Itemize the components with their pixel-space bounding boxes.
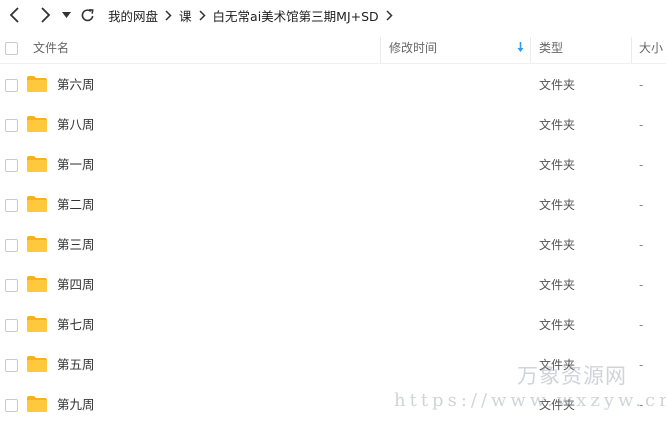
- refresh-button[interactable]: [74, 2, 100, 28]
- chevron-right-icon: [165, 9, 172, 21]
- file-type: 文件夹: [539, 158, 576, 172]
- file-size: -: [639, 238, 644, 252]
- row-checkbox[interactable]: [5, 79, 18, 92]
- file-type: 文件夹: [539, 198, 576, 212]
- back-button[interactable]: [2, 2, 28, 28]
- file-type: 文件夹: [539, 118, 576, 132]
- table-row[interactable]: 第三周 文件夹 -: [0, 225, 666, 265]
- select-all-checkbox[interactable]: [5, 42, 18, 55]
- table-row[interactable]: 第四周 文件夹 -: [0, 265, 666, 305]
- breadcrumb-item[interactable]: 我的网盘: [108, 6, 158, 25]
- table-row[interactable]: 第八周 文件夹 -: [0, 105, 666, 145]
- watermark-url: https://www.wxzyw.cn: [394, 390, 666, 411]
- file-name[interactable]: 第六周: [57, 65, 95, 105]
- folder-icon: [27, 196, 47, 212]
- row-checkbox[interactable]: [5, 319, 18, 332]
- forward-button[interactable]: [32, 2, 58, 28]
- chevron-right-icon[interactable]: [386, 9, 393, 21]
- table-row[interactable]: 第七周 文件夹 -: [0, 305, 666, 345]
- forward-icon: [41, 7, 51, 23]
- chevron-right-icon: [199, 9, 206, 21]
- file-size: -: [639, 158, 644, 172]
- folder-icon: [27, 316, 47, 332]
- file-type: 文件夹: [539, 238, 576, 252]
- file-size: -: [639, 198, 644, 212]
- folder-icon: [27, 156, 47, 172]
- table-row[interactable]: 第一周 文件夹 -: [0, 145, 666, 185]
- file-type: 文件夹: [539, 318, 576, 332]
- file-size: -: [639, 78, 644, 92]
- row-checkbox[interactable]: [5, 199, 18, 212]
- file-size: -: [639, 118, 644, 132]
- folder-icon: [27, 236, 47, 252]
- file-name[interactable]: 第一周: [57, 145, 95, 185]
- back-icon: [9, 7, 19, 23]
- folder-icon: [27, 276, 47, 292]
- row-checkbox[interactable]: [5, 239, 18, 252]
- row-checkbox[interactable]: [5, 159, 18, 172]
- file-name[interactable]: 第五周: [57, 345, 95, 385]
- row-checkbox[interactable]: [5, 279, 18, 292]
- breadcrumb-item-current[interactable]: 白无常ai美术馆第三期MJ+SD: [213, 6, 379, 25]
- dropdown-icon: [61, 12, 71, 18]
- file-name[interactable]: 第八周: [57, 105, 95, 145]
- file-size: -: [639, 358, 644, 372]
- breadcrumb-item[interactable]: 课: [179, 6, 192, 25]
- column-header-modified[interactable]: 修改时间: [389, 33, 529, 63]
- row-checkbox[interactable]: [5, 399, 18, 412]
- row-checkbox[interactable]: [5, 119, 18, 132]
- column-header-size[interactable]: 大小: [639, 33, 663, 63]
- sort-down-arrow-icon: [517, 42, 524, 52]
- folder-icon: [27, 396, 47, 412]
- column-divider: [530, 37, 531, 63]
- history-dropdown-button[interactable]: [58, 2, 74, 28]
- file-size: -: [639, 278, 644, 292]
- refresh-icon: [81, 8, 94, 21]
- file-name[interactable]: 第四周: [57, 265, 95, 305]
- file-size: -: [639, 318, 644, 332]
- column-header-type[interactable]: 类型: [539, 33, 563, 63]
- column-divider: [380, 37, 381, 63]
- column-header-name[interactable]: 文件名: [33, 33, 69, 63]
- column-divider: [631, 37, 632, 63]
- table-row[interactable]: 第二周 文件夹 -: [0, 185, 666, 225]
- folder-icon: [27, 356, 47, 372]
- table-row[interactable]: 第六周 文件夹 -: [0, 65, 666, 105]
- navigation-toolbar: 我的网盘 课 白无常ai美术馆第三期MJ+SD: [0, 0, 666, 30]
- row-checkbox[interactable]: [5, 359, 18, 372]
- file-list-header: 文件名 修改时间 类型 大小: [0, 33, 666, 64]
- file-name[interactable]: 第二周: [57, 185, 95, 225]
- breadcrumb: 我的网盘 课 白无常ai美术馆第三期MJ+SD: [108, 6, 400, 25]
- file-name[interactable]: 第三周: [57, 225, 95, 265]
- folder-icon: [27, 116, 47, 132]
- file-type: 文件夹: [539, 278, 576, 292]
- file-name[interactable]: 第七周: [57, 305, 95, 345]
- file-type: 文件夹: [539, 78, 576, 92]
- column-header-modified-label: 修改时间: [389, 41, 438, 55]
- file-name[interactable]: 第九周: [57, 385, 95, 425]
- folder-icon: [27, 76, 47, 92]
- watermark-title: 万象资源网: [517, 364, 627, 388]
